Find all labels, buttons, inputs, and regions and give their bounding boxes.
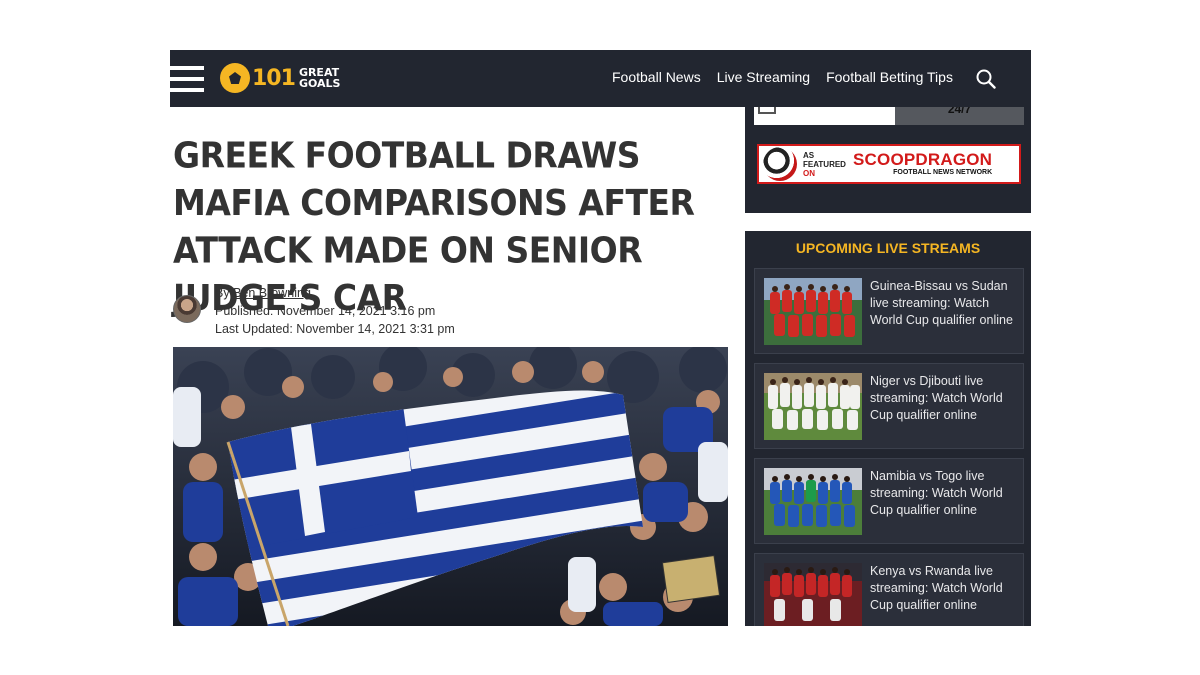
hamburger-menu-icon[interactable] — [170, 66, 204, 92]
football-icon — [763, 147, 797, 181]
author-avatar[interactable] — [173, 295, 201, 323]
scoopdragon-banner[interactable]: AS FEATURED ON SCOOPDRAGON FOOTBALL NEWS… — [757, 144, 1021, 184]
stream-title[interactable]: Namibia vs Togo live streaming: Watch Wo… — [870, 468, 1018, 519]
site-logo[interactable]: 101 GREAT GOALS — [220, 60, 340, 96]
stream-card[interactable]: Niger vs Djibouti live streaming: Watch … — [754, 363, 1024, 449]
site-header: 101 GREAT GOALS Football News Live Strea… — [170, 50, 1031, 107]
upcoming-streams-widget: UPCOMING LIVE STREAMS Guinea-Bissau vs S… — [745, 231, 1031, 626]
widget-title: UPCOMING LIVE STREAMS — [795, 240, 981, 256]
stream-title[interactable]: Guinea-Bissau vs Sudan live streaming: W… — [870, 278, 1018, 329]
logo-number: 101 — [252, 65, 296, 91]
nav-football-news[interactable]: Football News — [612, 69, 701, 85]
search-icon[interactable] — [976, 69, 996, 89]
hero-image — [173, 347, 728, 626]
stream-title[interactable]: Kenya vs Rwanda live streaming: Watch Wo… — [870, 563, 1018, 614]
team-photo-thumbnail[interactable] — [764, 563, 862, 626]
sidebar: 24/7 AS FEATURED ON SCOOPDRAGON FOOTBALL… — [745, 50, 1031, 626]
stream-title[interactable]: Niger vs Djibouti live streaming: Watch … — [870, 373, 1018, 424]
team-photo-thumbnail[interactable] — [764, 278, 862, 345]
stream-card[interactable]: Namibia vs Togo live streaming: Watch Wo… — [754, 458, 1024, 544]
article-meta: By Ben Browning Published: November 14, … — [215, 286, 455, 336]
article: Greek football draws mafia comparisons a… — [170, 107, 745, 626]
page: 24/7 AS FEATURED ON SCOOPDRAGON FOOTBALL… — [170, 50, 1031, 626]
team-photo-thumbnail[interactable] — [764, 468, 862, 535]
team-photo-thumbnail[interactable] — [764, 373, 862, 440]
nav-betting-tips[interactable]: Football Betting Tips — [826, 69, 953, 85]
scoopdragon-name: SCOOPDRAGON — [853, 150, 993, 169]
football-logo-icon — [220, 63, 250, 93]
main-nav: Football News Live Streaming Football Be… — [612, 69, 953, 85]
author-link[interactable]: Ben Browning — [233, 286, 311, 300]
stream-card[interactable]: Guinea-Bissau vs Sudan live streaming: W… — [754, 268, 1024, 354]
stream-card[interactable]: Kenya vs Rwanda live streaming: Watch Wo… — [754, 553, 1024, 626]
published-date: Published: November 14, 2021 3:16 pm — [215, 304, 436, 318]
logo-word-goals: GOALS — [298, 77, 341, 90]
updated-date: Last Updated: November 14, 2021 3:31 pm — [215, 322, 455, 336]
nav-live-streaming[interactable]: Live Streaming — [717, 69, 810, 85]
